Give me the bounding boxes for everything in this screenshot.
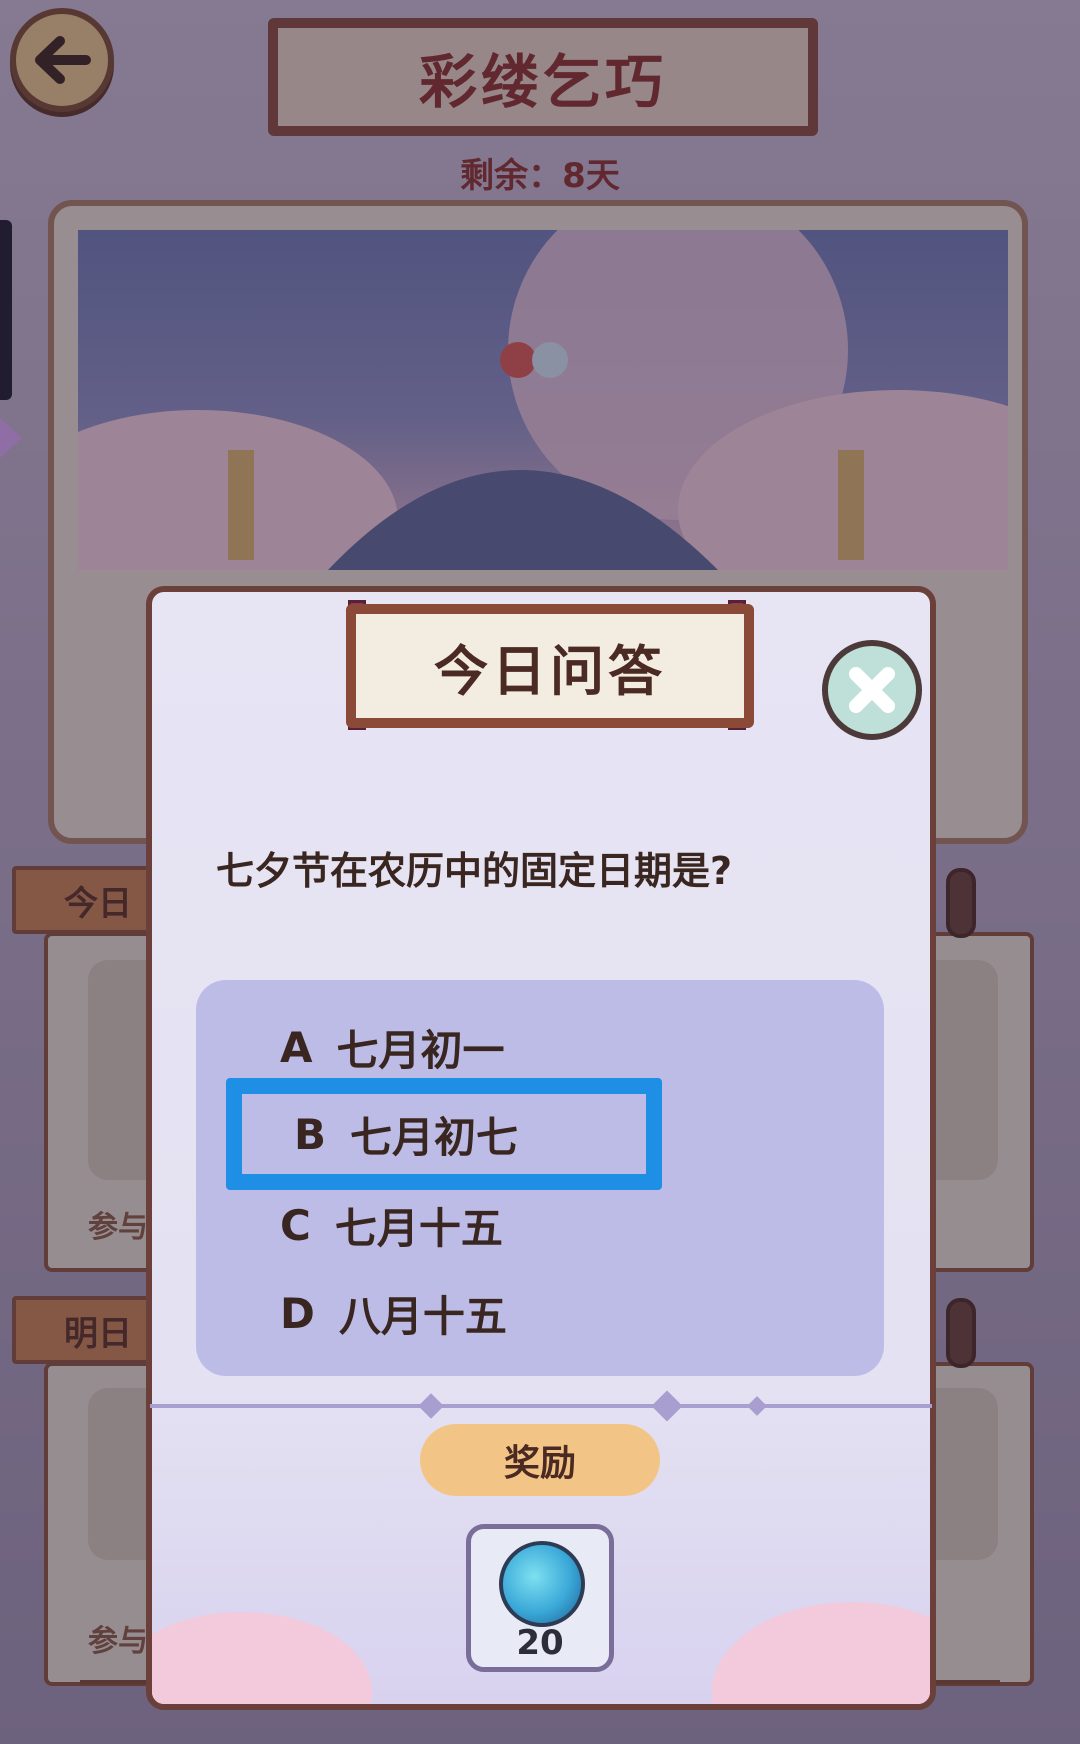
option-letter: B xyxy=(294,1109,327,1159)
quiz-title-board: 今日问答 xyxy=(346,604,754,728)
option-a[interactable]: A 七月初一 xyxy=(280,1012,505,1082)
option-c[interactable]: C 七月十五 xyxy=(280,1190,503,1260)
cloud-decoration xyxy=(712,1602,930,1704)
option-text: 七月十五 xyxy=(334,1203,503,1253)
reward-item[interactable]: 20 xyxy=(466,1524,614,1672)
option-letter: D xyxy=(280,1288,315,1338)
quiz-question: 七夕节在农历中的固定日期是? xyxy=(216,849,733,893)
reward-quantity: 20 xyxy=(516,1623,564,1663)
option-letter: A xyxy=(280,1022,313,1072)
close-button[interactable] xyxy=(822,640,922,740)
quiz-title: 今日问答 xyxy=(434,639,666,703)
option-text: 八月十五 xyxy=(338,1291,507,1341)
reward-label: 奖励 xyxy=(420,1424,660,1496)
swirl-orb-icon xyxy=(499,1541,585,1627)
reward-divider xyxy=(150,1404,932,1408)
option-letter: C xyxy=(280,1200,311,1250)
close-icon xyxy=(849,667,895,713)
option-b-selected[interactable]: B 七月初七 xyxy=(226,1078,662,1190)
cloud-decoration xyxy=(152,1612,372,1704)
option-d[interactable]: D 八月十五 xyxy=(280,1278,507,1348)
option-text: 七月初一 xyxy=(336,1025,505,1075)
option-text: 七月初七 xyxy=(350,1112,519,1162)
